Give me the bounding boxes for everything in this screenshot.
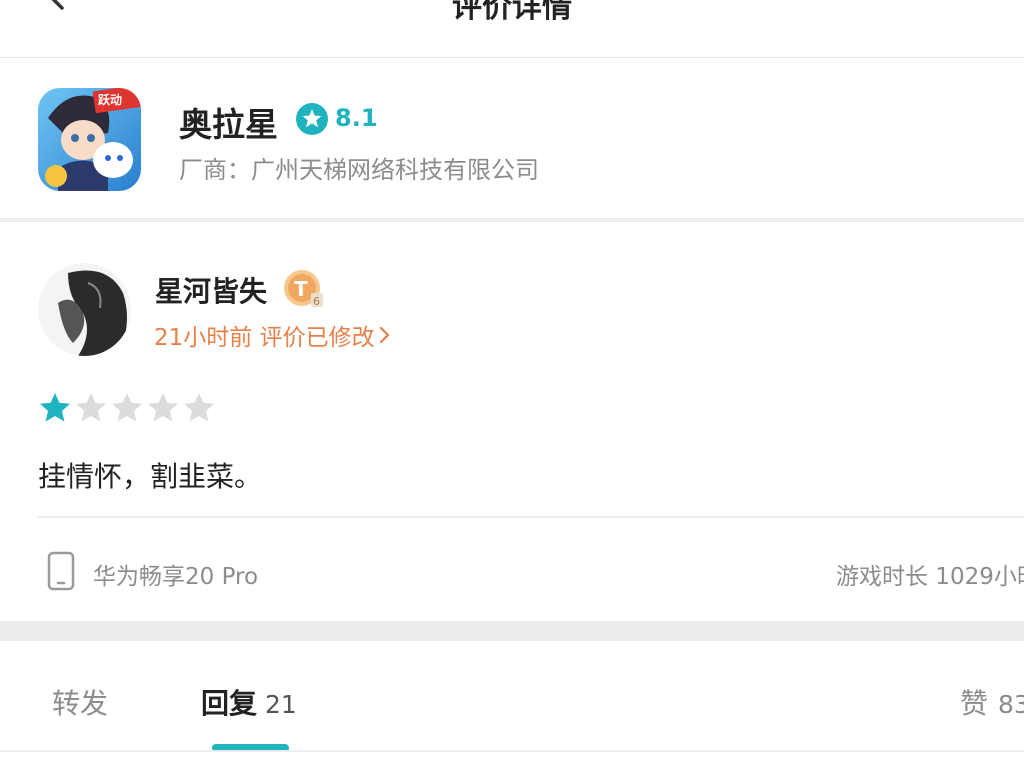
game-score: 8.1: [335, 104, 378, 132]
tab-reply-count: 21: [265, 690, 297, 719]
star-filled-icon: [37, 390, 73, 426]
svg-text:跃动: 跃动: [98, 93, 122, 107]
tab-reply-label: 回复: [201, 687, 258, 720]
section-gap: [0, 621, 1024, 641]
review-star-rating: [37, 390, 217, 426]
star-empty-icon: [109, 390, 145, 426]
top-bar: 评价详情: [0, 0, 1024, 58]
review-detail-page: 评价详情 跃动 奥拉星 8.1 厂商：广州天梯网络科技有限公司 星河皆失 T 6…: [0, 0, 1024, 779]
svg-text:T: T: [294, 277, 308, 301]
chevron-right-icon: [379, 325, 391, 351]
tab-reply[interactable]: 回复 21: [201, 682, 297, 722]
review-divider: [38, 516, 1024, 518]
user-avatar[interactable]: [38, 263, 131, 356]
tab-like[interactable]: 赞 83: [960, 682, 1024, 722]
review-author-name[interactable]: 星河皆失: [155, 270, 267, 310]
game-app-icon[interactable]: 跃动: [38, 88, 141, 191]
game-name: 奥拉星: [179, 105, 278, 144]
tab-like-count: 83: [998, 690, 1024, 719]
page-title: 评价详情: [452, 0, 572, 25]
review-meta-text: 21小时前 评价已修改: [154, 325, 375, 351]
star-empty-icon: [145, 390, 181, 426]
game-vendor: 厂商：广州天梯网络科技有限公司: [179, 156, 539, 184]
phone-icon: [46, 551, 76, 591]
rating-star-badge-icon: [296, 103, 328, 135]
level-badge-icon: T 6: [282, 266, 326, 310]
tab-forward[interactable]: 转发: [52, 682, 108, 722]
device-name: 华为畅享20 Pro: [93, 564, 259, 590]
game-info-card[interactable]: 跃动 奥拉星 8.1 厂商：广州天梯网络科技有限公司: [0, 58, 1024, 220]
review-text: 挂情怀，割韭菜。: [38, 460, 263, 493]
tab-bar-divider: [0, 750, 1024, 752]
tab-like-label: 赞: [960, 687, 989, 720]
review-meta-link[interactable]: 21小时前 评价已修改: [154, 318, 391, 352]
section-divider: [0, 218, 1024, 222]
star-empty-icon: [181, 390, 217, 426]
star-empty-icon: [73, 390, 109, 426]
svg-text:6: 6: [313, 295, 320, 308]
play-time: 游戏时长 1029小时: [836, 564, 1024, 590]
